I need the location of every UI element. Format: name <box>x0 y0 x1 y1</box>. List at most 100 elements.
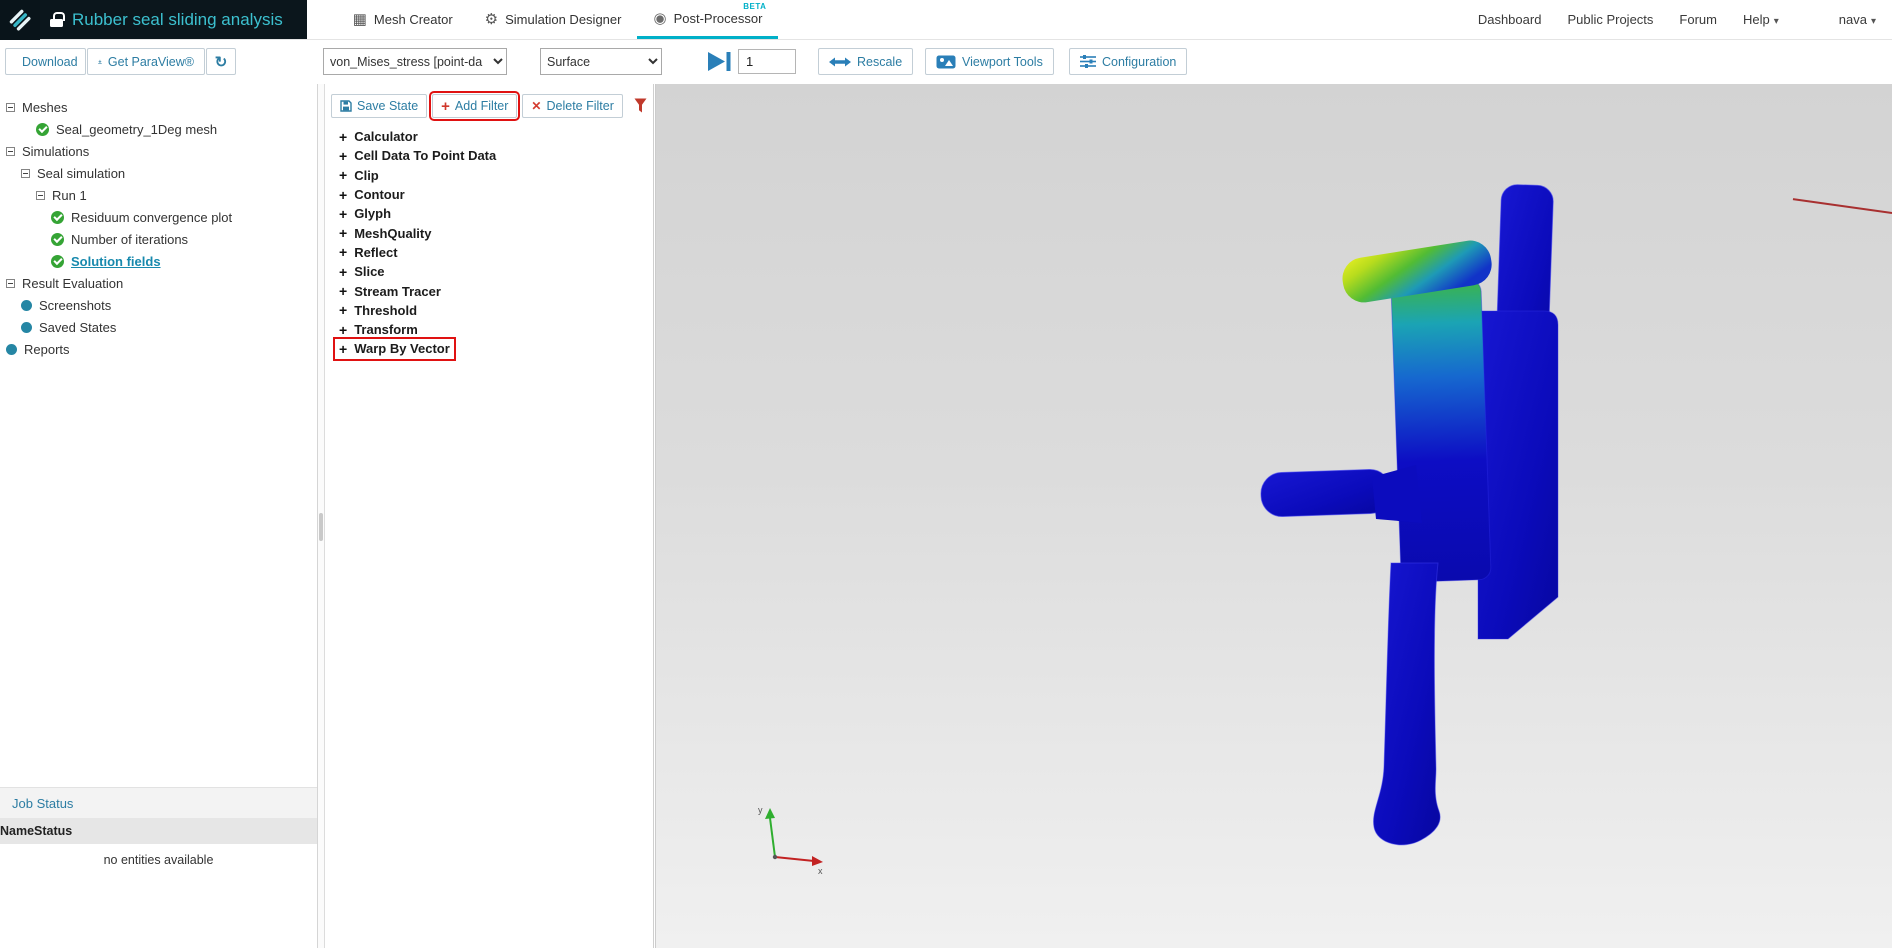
app-tabs: Mesh Creator Simulation Designer Post-Pr… <box>337 0 779 39</box>
job-status-column-header: Name <box>0 824 35 838</box>
tree-item-label: Reports <box>24 341 70 357</box>
get-paraview-button[interactable]: Get ParaView® <box>87 48 205 75</box>
clear-filters-button[interactable] <box>634 98 647 114</box>
tree-item[interactable]: Run 1 <box>0 184 317 206</box>
download-icon <box>98 59 102 64</box>
tree-item-label: Run 1 <box>52 187 87 203</box>
filter-list-item[interactable]: Clip <box>335 166 383 185</box>
brand-block: Rubber seal sliding analysis <box>0 0 307 40</box>
tab-label: Post-Processor <box>673 10 763 26</box>
filter-label: Stream Tracer <box>354 283 441 299</box>
download-button[interactable]: Download <box>5 48 86 75</box>
filter-list: Calculator Cell Data To Point Data Clip … <box>331 127 653 361</box>
filter-list-item[interactable]: Warp By Vector <box>333 337 456 361</box>
header-link-dashboard[interactable]: Dashboard <box>1478 12 1542 27</box>
tree-item-label: Number of iterations <box>71 231 189 247</box>
play-icon <box>708 52 731 71</box>
axis-y-label: y <box>758 805 763 815</box>
minus-box-icon <box>6 102 15 112</box>
viewport-tools-button[interactable]: Viewport Tools <box>925 48 1054 75</box>
tree-item-label: Seal_geometry_1Deg mesh <box>56 121 218 137</box>
filter-list-item[interactable]: Cell Data To Point Data <box>335 146 500 165</box>
header-links: Dashboard Public Projects Forum Help nav… <box>1478 0 1892 39</box>
dot-icon <box>21 321 32 333</box>
seal-model-render <box>1260 184 1559 846</box>
filter-list-item[interactable]: MeshQuality <box>335 223 435 242</box>
tree-item[interactable]: Reports <box>0 338 317 360</box>
filter-list-item[interactable]: Calculator <box>335 127 422 146</box>
tree-item[interactable]: Simulations <box>0 140 317 162</box>
tree-item[interactable]: Residuum convergence plot <box>0 206 317 228</box>
app-tab[interactable]: Simulation Designer <box>469 0 638 39</box>
job-status-columns: Name Status <box>0 818 317 844</box>
filter-label: Slice <box>354 264 385 280</box>
representation-select[interactable]: Surface <box>540 48 662 75</box>
help-menu[interactable]: Help <box>1743 12 1779 27</box>
play-button[interactable] <box>706 50 733 73</box>
filter-label: Warp By Vector <box>354 341 450 357</box>
simscale-logo-icon[interactable] <box>0 0 40 40</box>
minus-box-icon <box>21 168 30 178</box>
header-link-forum[interactable]: Forum <box>1679 12 1717 27</box>
filter-label: Calculator <box>354 129 418 145</box>
header-link-public-projects[interactable]: Public Projects <box>1567 12 1653 27</box>
job-status-title: Job Status <box>0 787 317 818</box>
check-icon <box>36 122 49 136</box>
filter-list-item[interactable]: Transform <box>335 320 422 339</box>
tree-item[interactable]: Result Evaluation <box>0 272 317 294</box>
app-tab[interactable]: Mesh Creator <box>337 0 469 39</box>
minus-box-icon <box>6 278 15 288</box>
refresh-button[interactable]: ↻ <box>206 48 236 75</box>
user-menu[interactable]: nava <box>1839 12 1876 27</box>
save-state-button[interactable]: Save State <box>331 94 428 118</box>
refresh-icon: ↻ <box>214 53 228 71</box>
filter-label: Threshold <box>354 302 418 318</box>
tree-item-label: Residuum convergence plot <box>71 209 233 225</box>
filter-list-item[interactable]: Reflect <box>335 243 402 262</box>
tree-item[interactable]: Number of iterations <box>0 228 317 250</box>
job-status-panel: Job Status Name Status no entities availa… <box>0 787 317 867</box>
filter-list-item[interactable]: Stream Tracer <box>335 281 445 300</box>
delete-filter-button[interactable]: ✕ Delete Filter <box>522 94 623 118</box>
field-select[interactable]: von_Mises_stress [point-da <box>323 48 507 75</box>
tree-item-label: Solution fields <box>71 253 161 269</box>
tree-item-label: Saved States <box>39 319 117 335</box>
tree-item[interactable]: Meshes <box>0 96 317 118</box>
wireframe-edge-line <box>1792 198 1892 214</box>
tree-item[interactable]: Saved States <box>0 316 317 338</box>
post-processor-icon <box>653 11 666 26</box>
tree-item[interactable]: Seal_geometry_1Deg mesh <box>0 118 317 140</box>
tree-item[interactable]: Screenshots <box>0 294 317 316</box>
beta-badge: BETA <box>743 2 767 11</box>
axes-triad: x y <box>758 805 823 876</box>
dot-icon <box>6 343 17 355</box>
filter-list-item[interactable]: Threshold <box>335 301 421 320</box>
delete-x-icon: ✕ <box>531 99 542 113</box>
add-filter-button[interactable]: + Add Filter <box>429 91 521 121</box>
frame-input[interactable] <box>738 49 796 74</box>
tab-label: Mesh Creator <box>373 12 453 27</box>
filter-list-item[interactable]: Slice <box>335 262 389 281</box>
render-viewport[interactable]: x y <box>655 84 1892 948</box>
filter-label: Glyph <box>354 206 392 222</box>
rescale-button[interactable]: Rescale <box>818 48 914 75</box>
tab-label: Simulation Designer <box>505 12 622 27</box>
configuration-button[interactable]: Configuration <box>1069 48 1188 75</box>
job-status-empty-message: no entities available <box>103 853 214 867</box>
filter-list-item[interactable]: Contour <box>335 185 409 204</box>
configuration-icon <box>1080 55 1096 68</box>
filter-label: MeshQuality <box>354 225 432 241</box>
check-icon <box>51 232 64 246</box>
tree-item-label: Simulations <box>22 143 90 159</box>
tree-item[interactable]: Solution fields <box>0 250 317 272</box>
check-icon <box>51 254 64 268</box>
tree-item-label: Screenshots <box>39 297 112 313</box>
panel-resize-handle[interactable] <box>319 513 323 541</box>
save-icon <box>340 100 352 112</box>
mesh-grid-icon <box>353 12 367 27</box>
app-tab[interactable]: Post-Processor BETA <box>637 0 779 39</box>
tree-item[interactable]: Seal simulation <box>0 162 317 184</box>
filter-label: Clip <box>354 167 379 183</box>
filter-list-item[interactable]: Glyph <box>335 204 395 223</box>
tree-item-label: Result Evaluation <box>22 275 124 291</box>
